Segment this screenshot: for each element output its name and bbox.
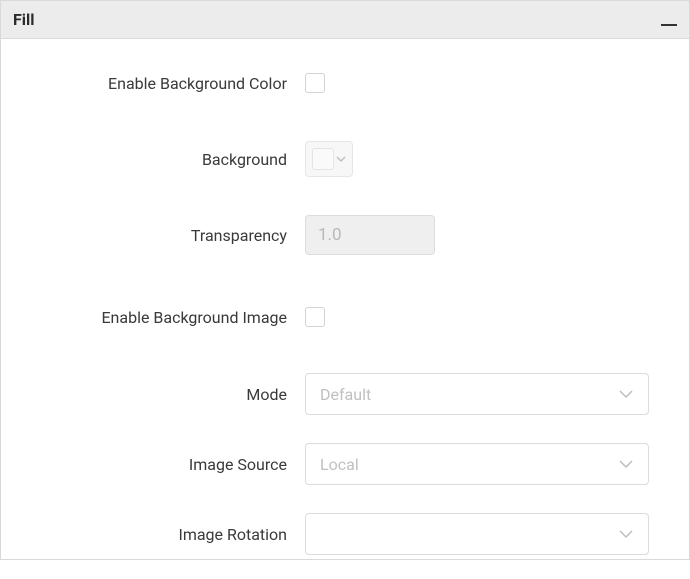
- label-mode: Mode: [33, 385, 305, 404]
- color-swatch-icon: [312, 148, 334, 170]
- row-image-source: Image Source Local: [1, 443, 689, 485]
- transparency-spinner: [305, 215, 435, 255]
- row-enable-bg-color: Enable Background Color: [1, 63, 689, 103]
- label-enable-bg-image: Enable Background Image: [33, 308, 305, 327]
- transparency-input[interactable]: [306, 216, 435, 254]
- chevron-down-icon: [618, 389, 634, 399]
- row-transparency: Transparency: [1, 215, 689, 255]
- panel-title: Fill: [13, 10, 34, 29]
- panel-header: Fill: [1, 1, 689, 39]
- label-background: Background: [33, 150, 305, 169]
- image-source-select-value: Local: [320, 455, 359, 474]
- label-image-source: Image Source: [33, 455, 305, 474]
- collapse-icon[interactable]: [661, 9, 677, 31]
- label-image-rotation: Image Rotation: [33, 525, 305, 544]
- image-rotation-select[interactable]: [305, 513, 649, 555]
- chevron-down-icon: [618, 529, 634, 539]
- checkbox-enable-bg-color[interactable]: [305, 73, 325, 93]
- fill-panel: Fill Enable Background Color Background: [0, 0, 690, 560]
- chevron-down-icon: [336, 154, 346, 164]
- mode-select-value: Default: [320, 385, 371, 404]
- chevron-down-icon: [618, 459, 634, 469]
- panel-body: Enable Background Color Background Trans…: [1, 39, 689, 579]
- row-enable-bg-image: Enable Background Image: [1, 297, 689, 337]
- row-image-rotation: Image Rotation: [1, 513, 689, 555]
- label-transparency: Transparency: [33, 226, 305, 245]
- row-mode: Mode Default: [1, 373, 689, 415]
- image-source-select[interactable]: Local: [305, 443, 649, 485]
- label-enable-bg-color: Enable Background Color: [33, 74, 305, 93]
- background-color-picker[interactable]: [305, 141, 353, 177]
- mode-select[interactable]: Default: [305, 373, 649, 415]
- row-background: Background: [1, 139, 689, 179]
- checkbox-enable-bg-image[interactable]: [305, 307, 325, 327]
